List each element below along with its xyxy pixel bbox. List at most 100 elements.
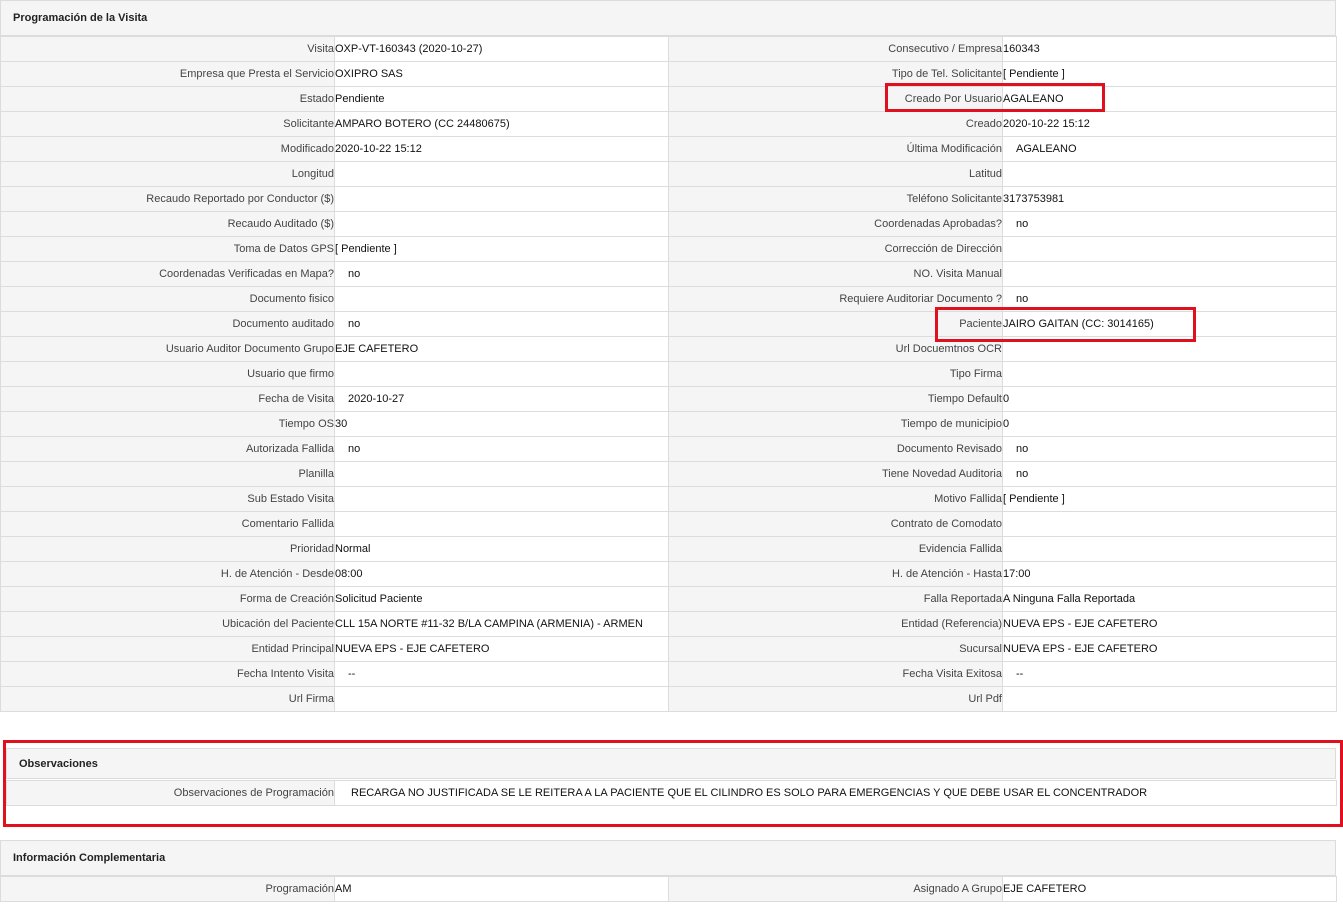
field-value: 2020-10-22 15:12 [334,136,669,162]
table-row: Documento fisico Requiere Auditoriar Docu… [0,286,1337,312]
field-label: Paciente [668,311,1003,337]
table-row: H. de Atención - Desde 08:00 H. de Atenció… [0,561,1337,587]
field-label: NO. Visita Manual [668,261,1003,287]
field-value [1002,686,1337,712]
field-value [334,211,669,237]
table-row: Coordenadas Verificadas en Mapa? no NO. Vi… [0,261,1337,287]
field-label: Documento fisico [0,286,335,312]
field-value: CLL 15A NORTE #11-32 B/LA CAMPINA (ARMEN… [334,611,669,637]
observaciones-value: RECARGA NO JUSTIFICADA SE LE REITERA A L… [334,780,1337,806]
field-value [334,511,669,537]
field-label: Entidad Principal [0,636,335,662]
field-label: Ubicación del Paciente [0,611,335,637]
field-value [334,161,669,187]
field-label: Entidad (Referencia) [668,611,1003,637]
field-value: 17:00 [1002,561,1337,587]
field-value: EJE CAFETERO [1002,876,1337,902]
field-value: A Ninguna Falla Reportada [1002,586,1337,612]
complementaria-table: Programación AM Asignado A Grupo EJE CAFETE… [0,876,1337,902]
field-label: Planilla [0,461,335,487]
field-label: Fecha Visita Exitosa [668,661,1003,687]
field-value: AM [334,876,669,902]
table-row: Toma de Datos GPS[ Pendiente ] Corrección… [0,236,1337,262]
field-label: Contrato de Comodato [668,511,1003,537]
field-value: AGALEANO [1002,86,1337,112]
field-value [1002,261,1337,287]
table-row: Documento auditado no Paciente JAIRO GAITAN… [0,311,1337,337]
field-label: Documento Revisado [668,436,1003,462]
table-row: Planilla Tiene Novedad Auditoria no [0,461,1337,487]
field-value: -- [1002,661,1337,687]
field-value: Normal [334,536,669,562]
table-row: Solicitante AMPARO BOTERO (CC 24480675) Cr… [0,111,1337,137]
field-label: H. de Atención - Hasta [668,561,1003,587]
field-label: Recaudo Auditado ($) [0,211,335,237]
field-value: [ Pendiente ] [1002,61,1337,87]
section-header-observaciones: Observaciones [6,748,1336,779]
field-value [1002,336,1337,362]
field-label: Usuario Auditor Documento Grupo [0,336,335,362]
field-label: Coordenadas Verificadas en Mapa? [0,261,335,287]
table-row: Sub Estado Visita Motivo Fallida[ Pendien… [0,486,1337,512]
table-row: Modificado 2020-10-22 15:12 Última Modific… [0,136,1337,162]
table-row: Prioridad Normal Evidencia Fallida [0,536,1337,562]
field-label: Usuario que firmo [0,361,335,387]
field-label: Visita [0,36,335,62]
field-value: 0 [1002,411,1337,437]
field-label: Falla Reportada [668,586,1003,612]
table-row: Autorizada Fallida no Documento Revisado no [0,436,1337,462]
field-label: Tiene Novedad Auditoria [668,461,1003,487]
field-value [1002,161,1337,187]
field-label: Tipo de Tel. Solicitante [668,61,1003,87]
field-label: Creado Por Usuario [668,86,1003,112]
field-label: Requiere Auditoriar Documento ? [668,286,1003,312]
section-header-complementaria: Información Complementaria [0,840,1336,876]
table-row: Usuario Auditor Documento Grupo EJE CAFET… [0,336,1337,362]
field-value [334,686,669,712]
field-value [1002,236,1337,262]
field-label: Sub Estado Visita [0,486,335,512]
section-title: Observaciones [19,757,98,770]
field-value [334,186,669,212]
observaciones-label: Observaciones de Programación [6,780,335,806]
field-label: Toma de Datos GPS [0,236,335,262]
field-label: Url Firma [0,686,335,712]
field-value: 2020-10-22 15:12 [1002,111,1337,137]
table-row: Longitud Latitud [0,161,1337,187]
table-row: Programación AM Asignado A Grupo EJE CAFETE… [0,876,1337,902]
field-label: Tiempo de municipio [668,411,1003,437]
section-header-programacion: Programación de la Visita [0,0,1336,36]
field-value: NUEVA EPS - EJE CAFETERO [1002,636,1337,662]
table-row: Fecha de Visita 2020-10-27 Tiempo Default 0 [0,386,1337,412]
observaciones-table: Observaciones de Programación RECARGA NO… [6,780,1337,806]
table-row: Fecha Intento Visita -- Fecha Visita Exito… [0,661,1337,687]
field-label: Latitud [668,161,1003,187]
field-value: OXP-VT-160343 (2020-10-27) [334,36,669,62]
field-value [334,286,669,312]
table-row: Visita OXP-VT-160343 (2020-10-27) Consecut… [0,36,1337,62]
field-label: Corrección de Dirección [668,236,1003,262]
field-value: 30 [334,411,669,437]
field-label: Tipo Firma [668,361,1003,387]
field-value: no [334,436,669,462]
section-title: Programación de la Visita [13,12,148,24]
field-label: Longitud [0,161,335,187]
field-label: Teléfono Solicitante [668,186,1003,212]
field-label: Recaudo Reportado por Conductor ($) [0,186,335,212]
field-value: 3173753981 [1002,186,1337,212]
field-label: Tiempo OS [0,411,335,437]
field-value: AMPARO BOTERO (CC 24480675) [334,111,669,137]
table-row: Comentario Fallida Contrato de Comodato [0,511,1337,537]
table-row: Url Firma Url Pdf [0,686,1337,712]
field-value: no [1002,461,1337,487]
field-label: Sucursal [668,636,1003,662]
field-label: Autorizada Fallida [0,436,335,462]
field-value: OXIPRO SAS [334,61,669,87]
field-value: Solicitud Paciente [334,586,669,612]
field-label: Solicitante [0,111,335,137]
field-value [1002,361,1337,387]
field-value [334,361,669,387]
field-value: 08:00 [334,561,669,587]
field-label: Consecutivo / Empresa [668,36,1003,62]
field-label: Fecha Intento Visita [0,661,335,687]
